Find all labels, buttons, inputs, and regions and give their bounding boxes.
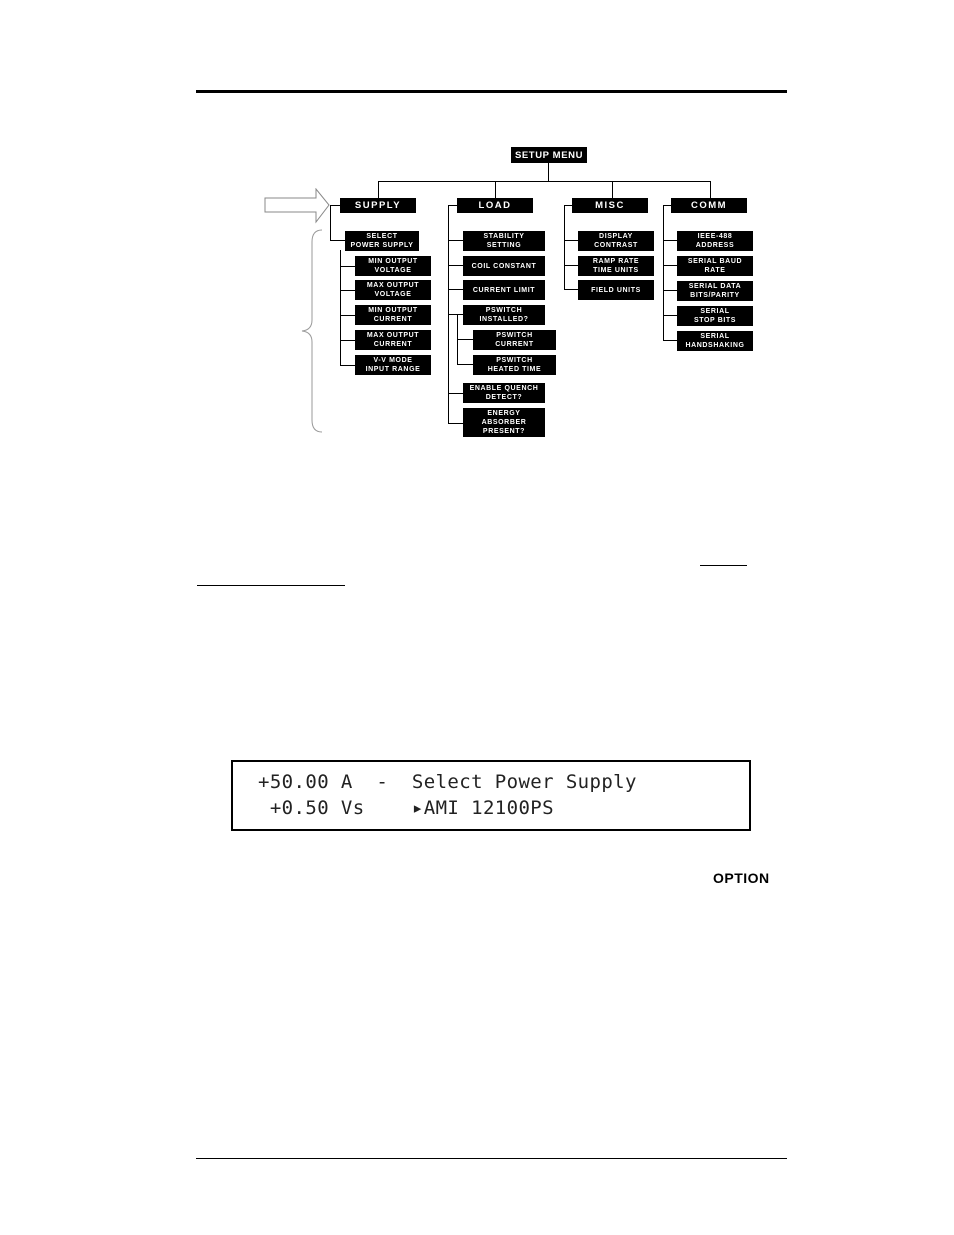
connector [340, 290, 356, 291]
ieee-488-address-node: IEEE-488 ADDRESS [677, 231, 753, 251]
misc-node: MISC [572, 198, 648, 213]
max-output-voltage-node: MAX OUTPUT VOLTAGE [355, 280, 431, 300]
connector [710, 181, 711, 198]
vv-mode-input-range-node: V-V MODE INPUT RANGE [355, 355, 431, 375]
lcd-row-2: +0.50 Vs ▸AMI 12100PS [258, 797, 554, 819]
coil-constant-node: COIL CONSTANT [463, 256, 545, 276]
enable-quench-detect-node: ENABLE QUENCH DETECT? [463, 383, 545, 403]
connector [663, 205, 664, 340]
serial-stop-bits-node: SERIAL STOP BITS [677, 306, 753, 326]
connector [663, 240, 677, 241]
supply-node: SUPPLY [340, 198, 416, 213]
pswitch-heated-time-node: PSWITCH HEATED TIME [473, 355, 556, 375]
comm-node: COMM [671, 198, 747, 213]
field-units-node: FIELD UNITS [578, 280, 654, 300]
lcd-row-1: +50.00 A - Select Power Supply [258, 771, 637, 793]
connector [340, 365, 356, 366]
connector [378, 181, 711, 182]
min-output-current-node: MIN OUTPUT CURRENT [355, 305, 431, 325]
select-power-supply-node: SELECT POWER SUPPLY [345, 231, 419, 251]
min-output-voltage-node: MIN OUTPUT VOLTAGE [355, 256, 431, 276]
connector [564, 265, 578, 266]
connector [663, 315, 677, 316]
current-limit-node: CURRENT LIMIT [463, 280, 545, 300]
connector [340, 340, 356, 341]
text-underline [197, 585, 345, 586]
connector [564, 205, 565, 290]
connector [564, 240, 578, 241]
connector [495, 181, 496, 198]
connector [663, 205, 671, 206]
lcd-display: +50.00 A - Select Power Supply +0.50 Vs … [231, 760, 751, 831]
connector [378, 181, 379, 198]
setup-menu-diagram: SETUP MENU SUPPLY LOAD MISC COMM SELECT … [0, 0, 954, 460]
display-contrast-node: DISPLAY CONTRAST [578, 231, 654, 251]
connector [448, 289, 463, 290]
setup-menu-node: SETUP MENU [511, 147, 587, 163]
ramp-rate-time-units-node: RAMP RATE TIME UNITS [578, 256, 654, 276]
pswitch-current-node: PSWITCH CURRENT [473, 330, 556, 350]
stability-setting-node: STABILITY SETTING [463, 231, 545, 251]
connector [330, 205, 331, 241]
option-heading: OPTION [713, 870, 770, 886]
text-underline [700, 565, 747, 566]
serial-data-bits-parity-node: SERIAL DATA BITS/PARITY [677, 281, 753, 301]
load-node: LOAD [457, 198, 533, 213]
connector [663, 265, 677, 266]
connector [448, 423, 463, 424]
connector [340, 250, 341, 366]
serial-baud-rate-node: SERIAL BAUD RATE [677, 256, 753, 276]
outline-right-arrow-icon [264, 188, 330, 224]
serial-handshaking-node: SERIAL HANDSHAKING [677, 331, 753, 351]
max-output-current-node: MAX OUTPUT CURRENT [355, 330, 431, 350]
pswitch-installed-node: PSWITCH INSTALLED? [463, 305, 545, 325]
connector [457, 364, 473, 365]
connector [448, 240, 463, 241]
connector [448, 314, 463, 315]
connector [612, 181, 613, 198]
connector [564, 289, 578, 290]
connector [457, 339, 473, 340]
connector [663, 290, 677, 291]
connector [448, 393, 463, 394]
connector [448, 205, 457, 206]
connector [448, 265, 463, 266]
connector [330, 240, 346, 241]
connector [340, 266, 356, 267]
left-curly-brace-icon [301, 229, 323, 433]
connector [548, 163, 549, 181]
energy-absorber-present-node: ENERGY ABSORBER PRESENT? [463, 408, 545, 437]
connector [663, 340, 677, 341]
connector [340, 315, 356, 316]
footer-rule [196, 1158, 787, 1159]
